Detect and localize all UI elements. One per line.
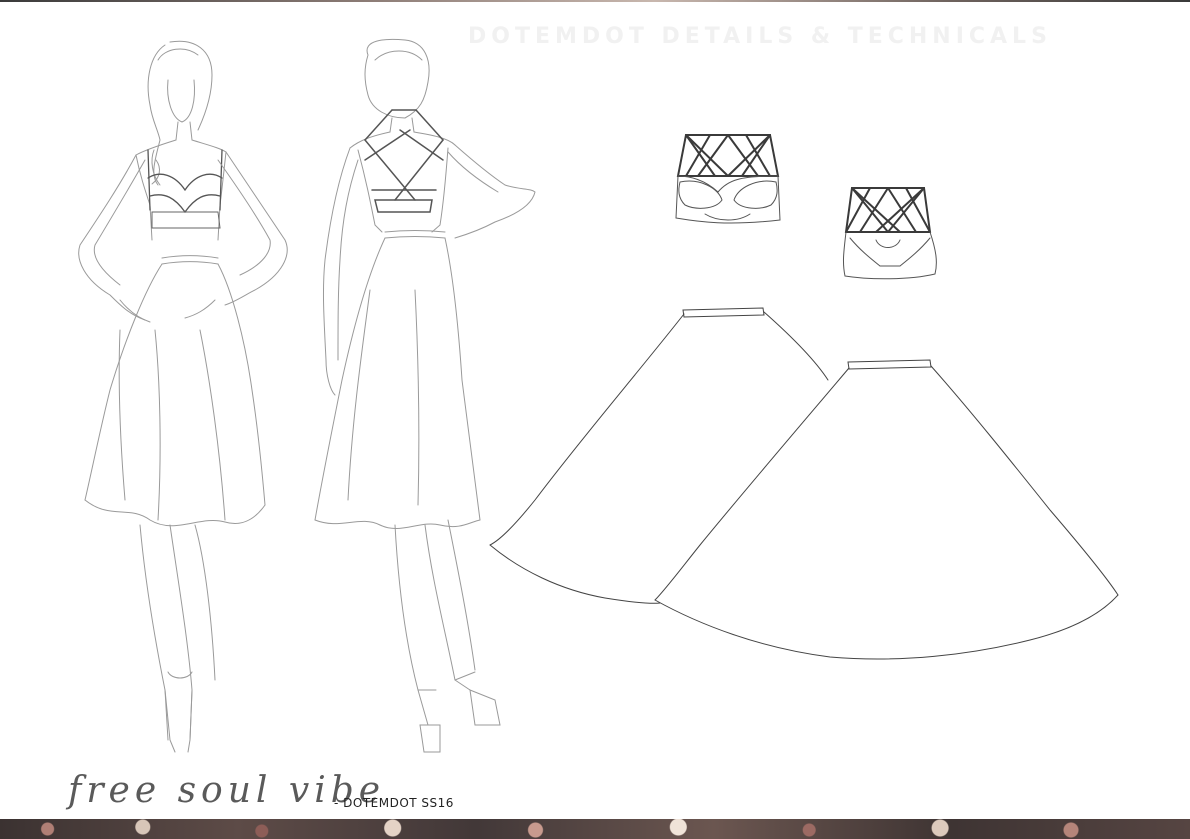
back-figure-sketch bbox=[314, 38, 536, 753]
skirt-flat-front bbox=[489, 307, 829, 604]
bottom-floral-strip bbox=[0, 819, 1190, 839]
footer-brand: free soul vibe - DOTEMDOT SS16 bbox=[68, 770, 488, 816]
skirt-flat-back bbox=[654, 359, 1119, 660]
bralette-flat-front bbox=[675, 134, 781, 224]
illustration-canvas bbox=[78, 38, 1119, 753]
front-figure-sketch bbox=[78, 40, 288, 753]
bralette-flat-back bbox=[842, 187, 937, 280]
collection-label: - DOTEMDOT SS16 bbox=[334, 796, 454, 810]
